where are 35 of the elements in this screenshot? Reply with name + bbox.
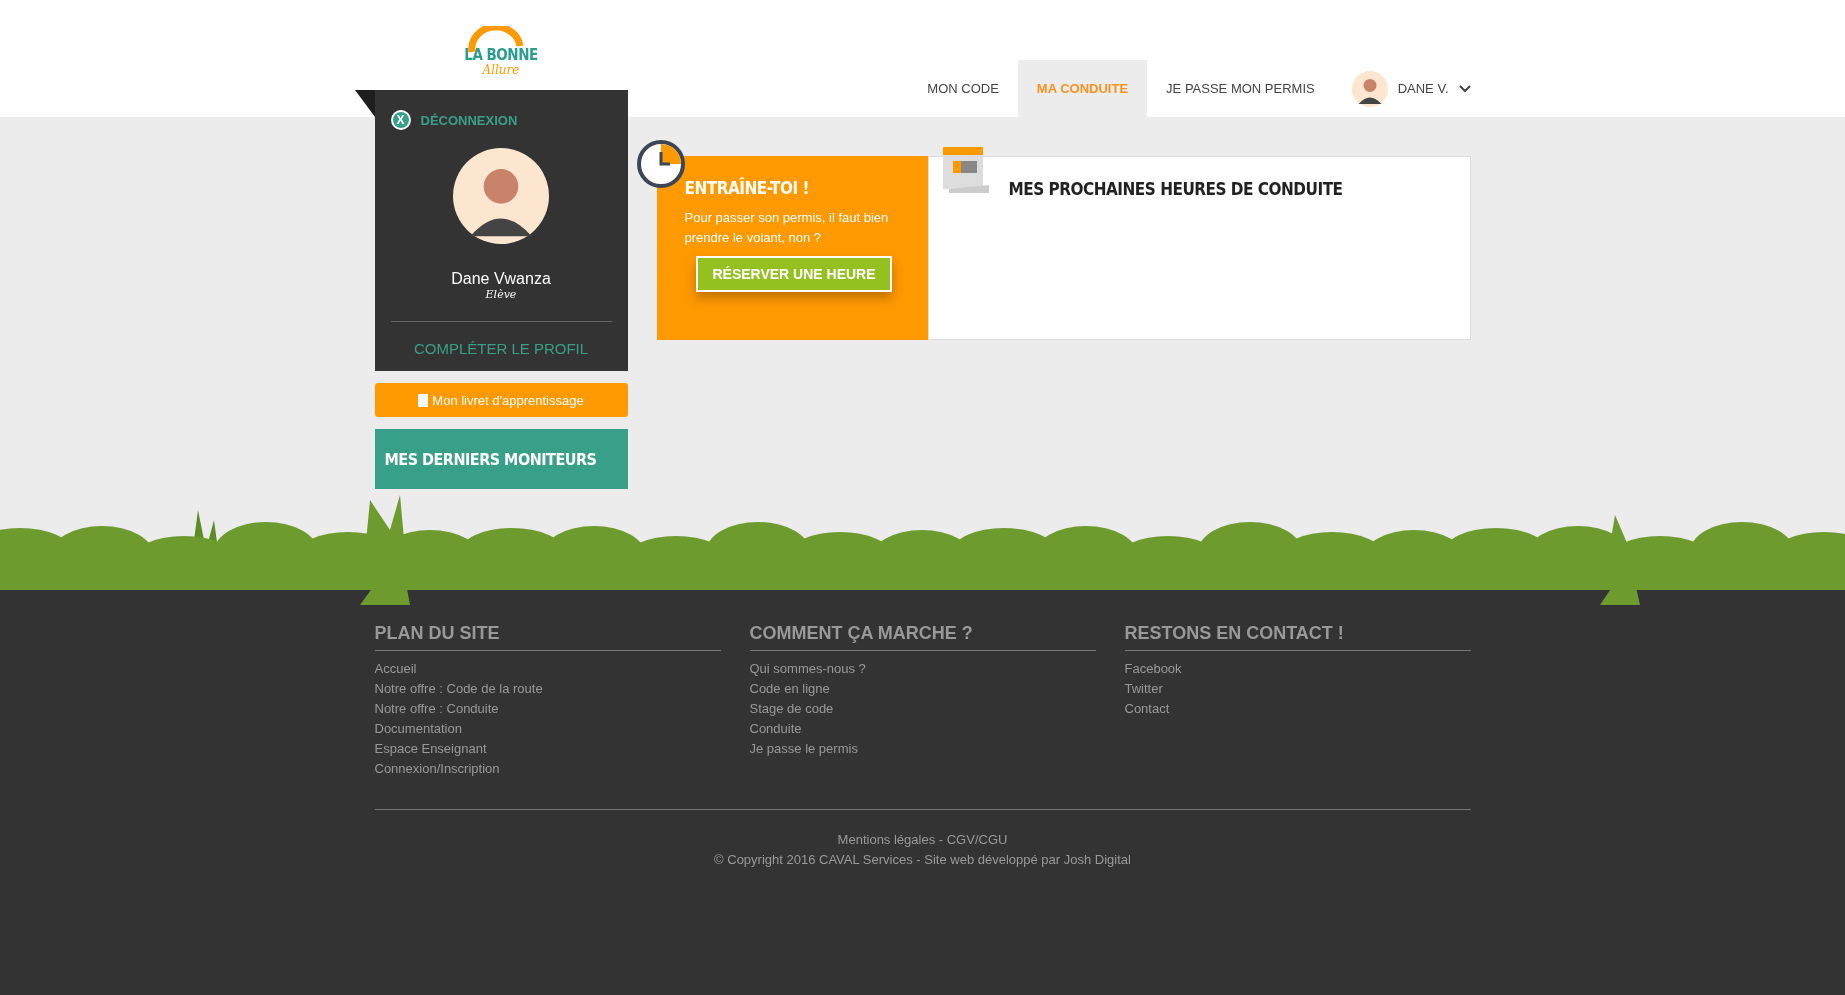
footer-heading: RESTONS EN CONTACT ! — [1124, 623, 1471, 651]
footer-link[interactable]: Connexion/Inscription — [374, 759, 500, 779]
footer-link[interactable]: Espace Enseignant — [374, 739, 487, 759]
book-icon — [418, 393, 429, 407]
footer-link[interactable]: Facebook — [1124, 659, 1182, 679]
nav-tab[interactable]: MON CODE — [908, 60, 1018, 117]
profile-name: Dane Vwanza — [451, 270, 551, 288]
copyright-text: © Copyright 2016 CAVAL Services - Site web développé par Josh Digital — [714, 851, 1131, 869]
footer-link[interactable]: Notre offre : Conduite — [374, 699, 499, 719]
footer-link[interactable]: Notre offre : Code de la route — [374, 679, 543, 699]
footer-link[interactable]: Documentation — [374, 719, 462, 739]
user-name[interactable]: DANE V. — [1397, 81, 1449, 96]
monitors-title: MES DERNIERS MONITEURS — [384, 449, 597, 469]
practice-title: ENTRAÎNE-TOI ! — [684, 178, 810, 198]
footer-link[interactable]: Stage de code — [749, 699, 834, 719]
chevron-down-icon[interactable] — [1458, 84, 1471, 93]
profile-role: Elève — [485, 288, 517, 301]
footer-link[interactable]: Qui sommes-nous ? — [749, 659, 866, 679]
footer-link[interactable]: Je passe le permis — [749, 739, 858, 759]
nav-tab[interactable]: JE PASSE MON PERMIS — [1147, 60, 1334, 117]
practice-text: Pour passer son permis, il faut bien prendre le volant, non ? — [684, 209, 890, 247]
logout-link[interactable]: X DÉCONNEXION — [390, 110, 518, 130]
footer-link[interactable]: Accueil — [374, 659, 417, 679]
upcoming-title: MES PROCHAINES HEURES DE CONDUITE — [1008, 179, 1344, 199]
legal-links[interactable]: Mentions légales - CGV/CGU — [837, 830, 1008, 850]
footer-link[interactable]: Conduite — [749, 719, 802, 739]
footer-link[interactable]: Code en ligne — [749, 679, 830, 699]
footer-link[interactable]: Contact — [1124, 699, 1170, 719]
footer-heading: COMMENT ÇA MARCHE ? — [749, 623, 1096, 651]
logo[interactable]: LA BONNE Allure — [464, 26, 538, 76]
ribbon-fold — [354, 90, 375, 117]
footer-link[interactable]: Twitter — [1124, 679, 1163, 699]
user-avatar — [1351, 70, 1388, 107]
footer-heading: PLAN DU SITE — [374, 623, 721, 651]
complete-profile-link[interactable]: COMPLÉTER LE PROFIL — [413, 340, 589, 357]
